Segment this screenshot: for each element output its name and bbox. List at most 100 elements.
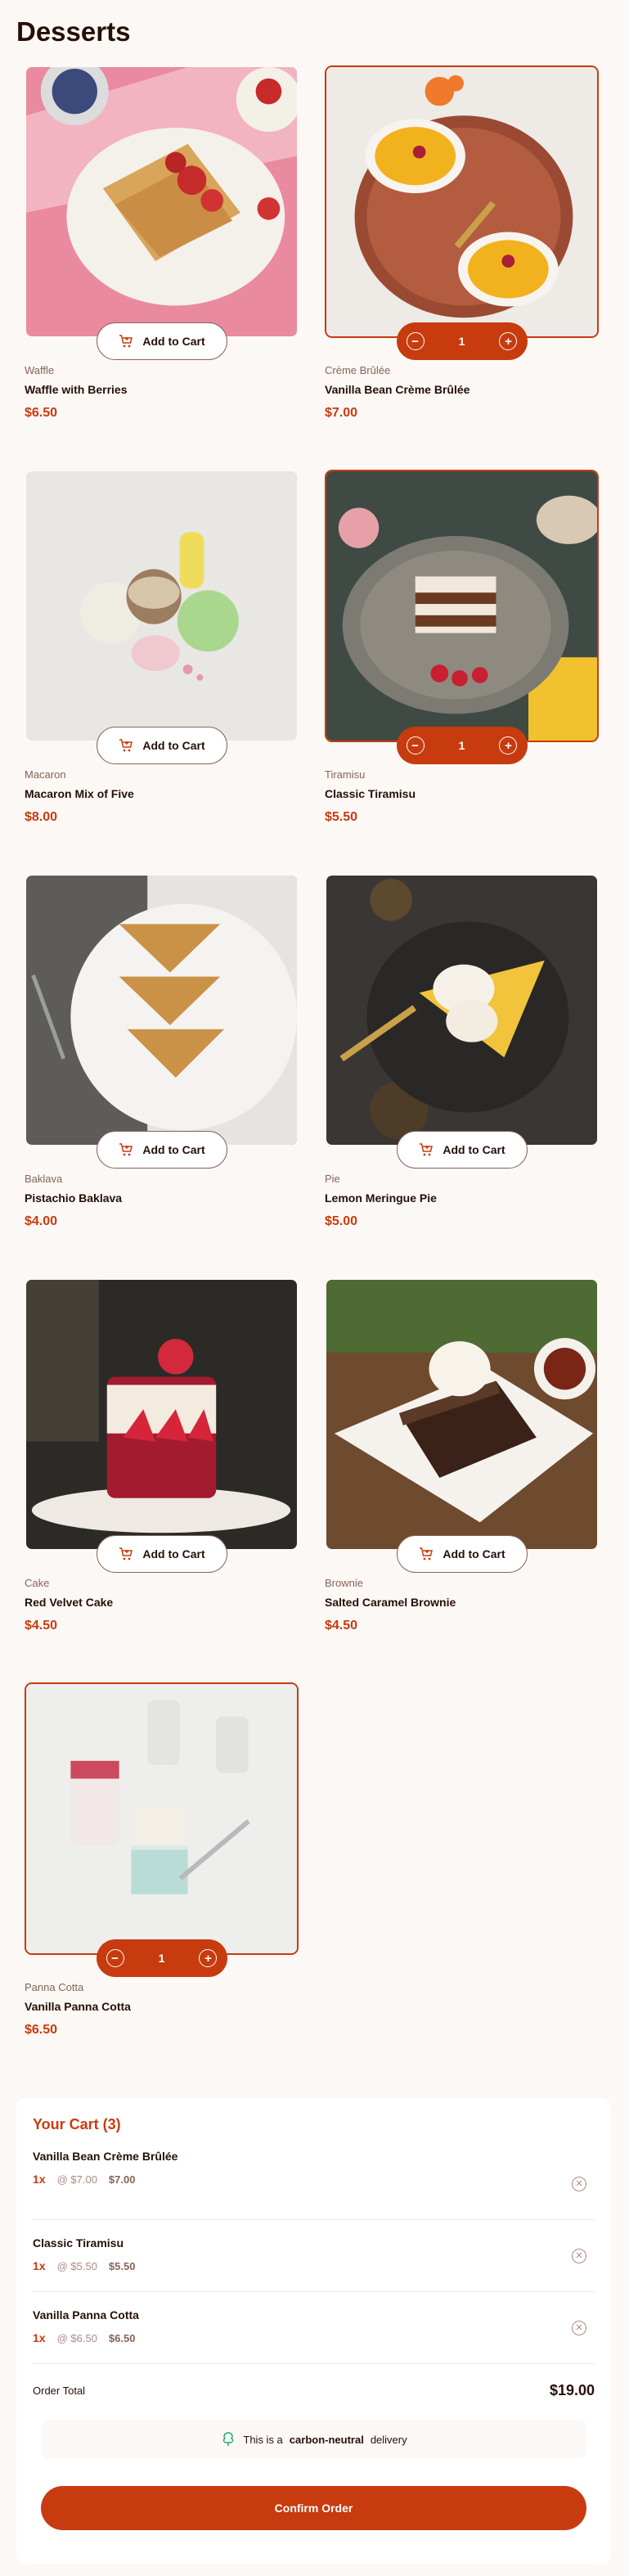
product-image-macaron (25, 470, 299, 742)
add-to-cart-label: Add to Cart (443, 1547, 505, 1560)
remove-item-icon[interactable]: ✕ (572, 2320, 586, 2335)
cart-item-unit-price: @ $7.00 (56, 2173, 97, 2186)
quantity-stepper: − 1 + (396, 727, 528, 764)
product-card: − 1 + Crème Brûlée Vanilla Bean Crème Br… (325, 65, 599, 470)
order-total-row: Order Total $19.00 (33, 2382, 595, 2399)
quantity-value: 1 (158, 1952, 165, 1965)
add-to-cart-label: Add to Cart (142, 739, 205, 752)
add-to-cart-icon (119, 739, 133, 752)
product-category: Baklava (25, 1173, 63, 1185)
cart-item-unit-price: @ $5.50 (56, 2259, 97, 2272)
product-image-waffle (25, 65, 299, 338)
add-to-cart-button[interactable]: Add to Cart (96, 1131, 227, 1169)
cart-item-total: $6.50 (108, 2331, 136, 2344)
remove-item-icon[interactable]: ✕ (572, 2176, 586, 2191)
carbon-suffix: delivery (370, 2433, 407, 2446)
product-name: Salted Caramel Brownie (325, 1596, 456, 1609)
cart-item-quantity: 1x (33, 2259, 46, 2272)
product-name: Macaron Mix of Five (25, 787, 134, 800)
product-category: Brownie (325, 1577, 363, 1589)
order-total-value: $19.00 (549, 2382, 595, 2398)
decrement-icon[interactable]: − (406, 736, 425, 754)
product-name: Lemon Meringue Pie (325, 1191, 437, 1205)
order-total-label: Order Total (33, 2385, 86, 2397)
product-price: $7.00 (325, 406, 358, 420)
product-card: Add to Cart Macaron Macaron Mix of Five … (25, 470, 299, 874)
product-image-baklava (25, 874, 299, 1146)
cart-panel: Your Cart (3) Vanilla Bean Crème Brûlée … (16, 2098, 611, 2565)
product-category: Crème Brûlée (325, 364, 391, 376)
product-price: $5.50 (325, 810, 358, 824)
product-image-tiramisu (325, 470, 599, 742)
cart-item-quantity: 1x (33, 2331, 46, 2344)
cart-item-name: Classic Tiramisu (33, 2236, 124, 2249)
add-to-cart-button[interactable]: Add to Cart (96, 1535, 227, 1573)
add-to-cart-button[interactable]: Add to Cart (396, 1535, 528, 1573)
cart-item-unit-price: @ $6.50 (56, 2331, 97, 2344)
quantity-stepper: − 1 + (396, 322, 528, 360)
carbon-prefix: This is a (243, 2433, 283, 2446)
cart-item: Vanilla Bean Crème Brûlée 1x @ $7.00 $7.… (33, 2148, 595, 2220)
confirm-order-button[interactable]: Confirm Order (41, 2486, 586, 2530)
cart-item: Classic Tiramisu 1x @ $5.50 $5.50 ✕ (33, 2220, 595, 2292)
page: Desserts Add to Cart Waffle Waffle with … (0, 0, 629, 2087)
decrement-icon[interactable]: − (406, 332, 425, 350)
add-to-cart-icon (119, 1143, 133, 1156)
product-name: Classic Tiramisu (325, 787, 416, 800)
product-name: Vanilla Bean Crème Brûlée (325, 383, 470, 396)
product-category: Panna Cotta (25, 1981, 84, 1993)
product-category: Pie (325, 1173, 340, 1185)
add-to-cart-button[interactable]: Add to Cart (96, 727, 227, 764)
add-to-cart-label: Add to Cart (142, 335, 205, 348)
product-name: Pistachio Baklava (25, 1191, 123, 1205)
add-to-cart-label: Add to Cart (142, 1547, 205, 1560)
remove-item-icon[interactable]: ✕ (572, 2248, 586, 2263)
add-to-cart-icon (420, 1143, 434, 1156)
add-to-cart-label: Add to Cart (142, 1143, 205, 1156)
quantity-value: 1 (458, 335, 465, 348)
cart-item-total: $7.00 (108, 2173, 136, 2186)
product-name: Waffle with Berries (25, 383, 128, 396)
product-price: $4.50 (325, 1619, 358, 1633)
add-to-cart-button[interactable]: Add to Cart (96, 322, 227, 360)
product-grid: Add to Cart Waffle Waffle with Berries $… (25, 65, 604, 2087)
increment-icon[interactable]: + (199, 1949, 218, 1967)
product-category: Tiramisu (325, 768, 366, 781)
add-to-cart-icon (420, 1547, 434, 1560)
product-image-pie (325, 874, 599, 1146)
product-price: $4.00 (25, 1214, 58, 1228)
cart-item-name: Vanilla Bean Crème Brûlée (33, 2150, 178, 2163)
increment-icon[interactable]: + (499, 332, 518, 350)
product-name: Red Velvet Cake (25, 1596, 114, 1609)
quantity-stepper: − 1 + (96, 1939, 227, 1977)
product-card: Add to Cart Baklava Pistachio Baklava $4… (25, 874, 299, 1278)
product-name: Vanilla Panna Cotta (25, 2000, 131, 2013)
product-image-creme-brulee (325, 65, 599, 338)
product-card: − 1 + Tiramisu Classic Tiramisu $5.50 (325, 470, 599, 874)
product-card: − 1 + Panna Cotta Vanilla Panna Cotta $6… (25, 1682, 299, 2087)
product-card: Add to Cart Brownie Salted Caramel Brown… (325, 1278, 599, 1682)
product-category: Waffle (25, 364, 55, 376)
carbon-neutral-tree-icon (223, 2432, 234, 2446)
product-category: Cake (25, 1577, 50, 1589)
product-category: Macaron (25, 768, 66, 781)
quantity-value: 1 (458, 739, 465, 752)
product-image-cake (25, 1278, 299, 1551)
product-price: $5.00 (325, 1214, 358, 1228)
product-price: $8.00 (25, 810, 58, 824)
product-price: $6.50 (25, 2023, 58, 2037)
product-price: $4.50 (25, 1619, 58, 1633)
decrement-icon[interactable]: − (106, 1949, 124, 1967)
increment-icon[interactable]: + (499, 736, 518, 754)
product-card: Add to Cart Pie Lemon Meringue Pie $5.00 (325, 874, 599, 1278)
cart-item-quantity: 1x (33, 2173, 46, 2186)
cart-title: Your Cart (3) (33, 2116, 121, 2132)
add-to-cart-button[interactable]: Add to Cart (396, 1131, 528, 1169)
carbon-bold: carbon-neutral (289, 2433, 364, 2446)
product-price: $6.50 (25, 406, 58, 420)
add-to-cart-icon (119, 1547, 133, 1560)
cart-item-name: Vanilla Panna Cotta (33, 2308, 139, 2322)
product-card: Add to Cart Waffle Waffle with Berries $… (25, 65, 299, 470)
cart-item: Vanilla Panna Cotta 1x @ $6.50 $6.50 ✕ (33, 2292, 595, 2364)
product-card: Add to Cart Cake Red Velvet Cake $4.50 (25, 1278, 299, 1682)
